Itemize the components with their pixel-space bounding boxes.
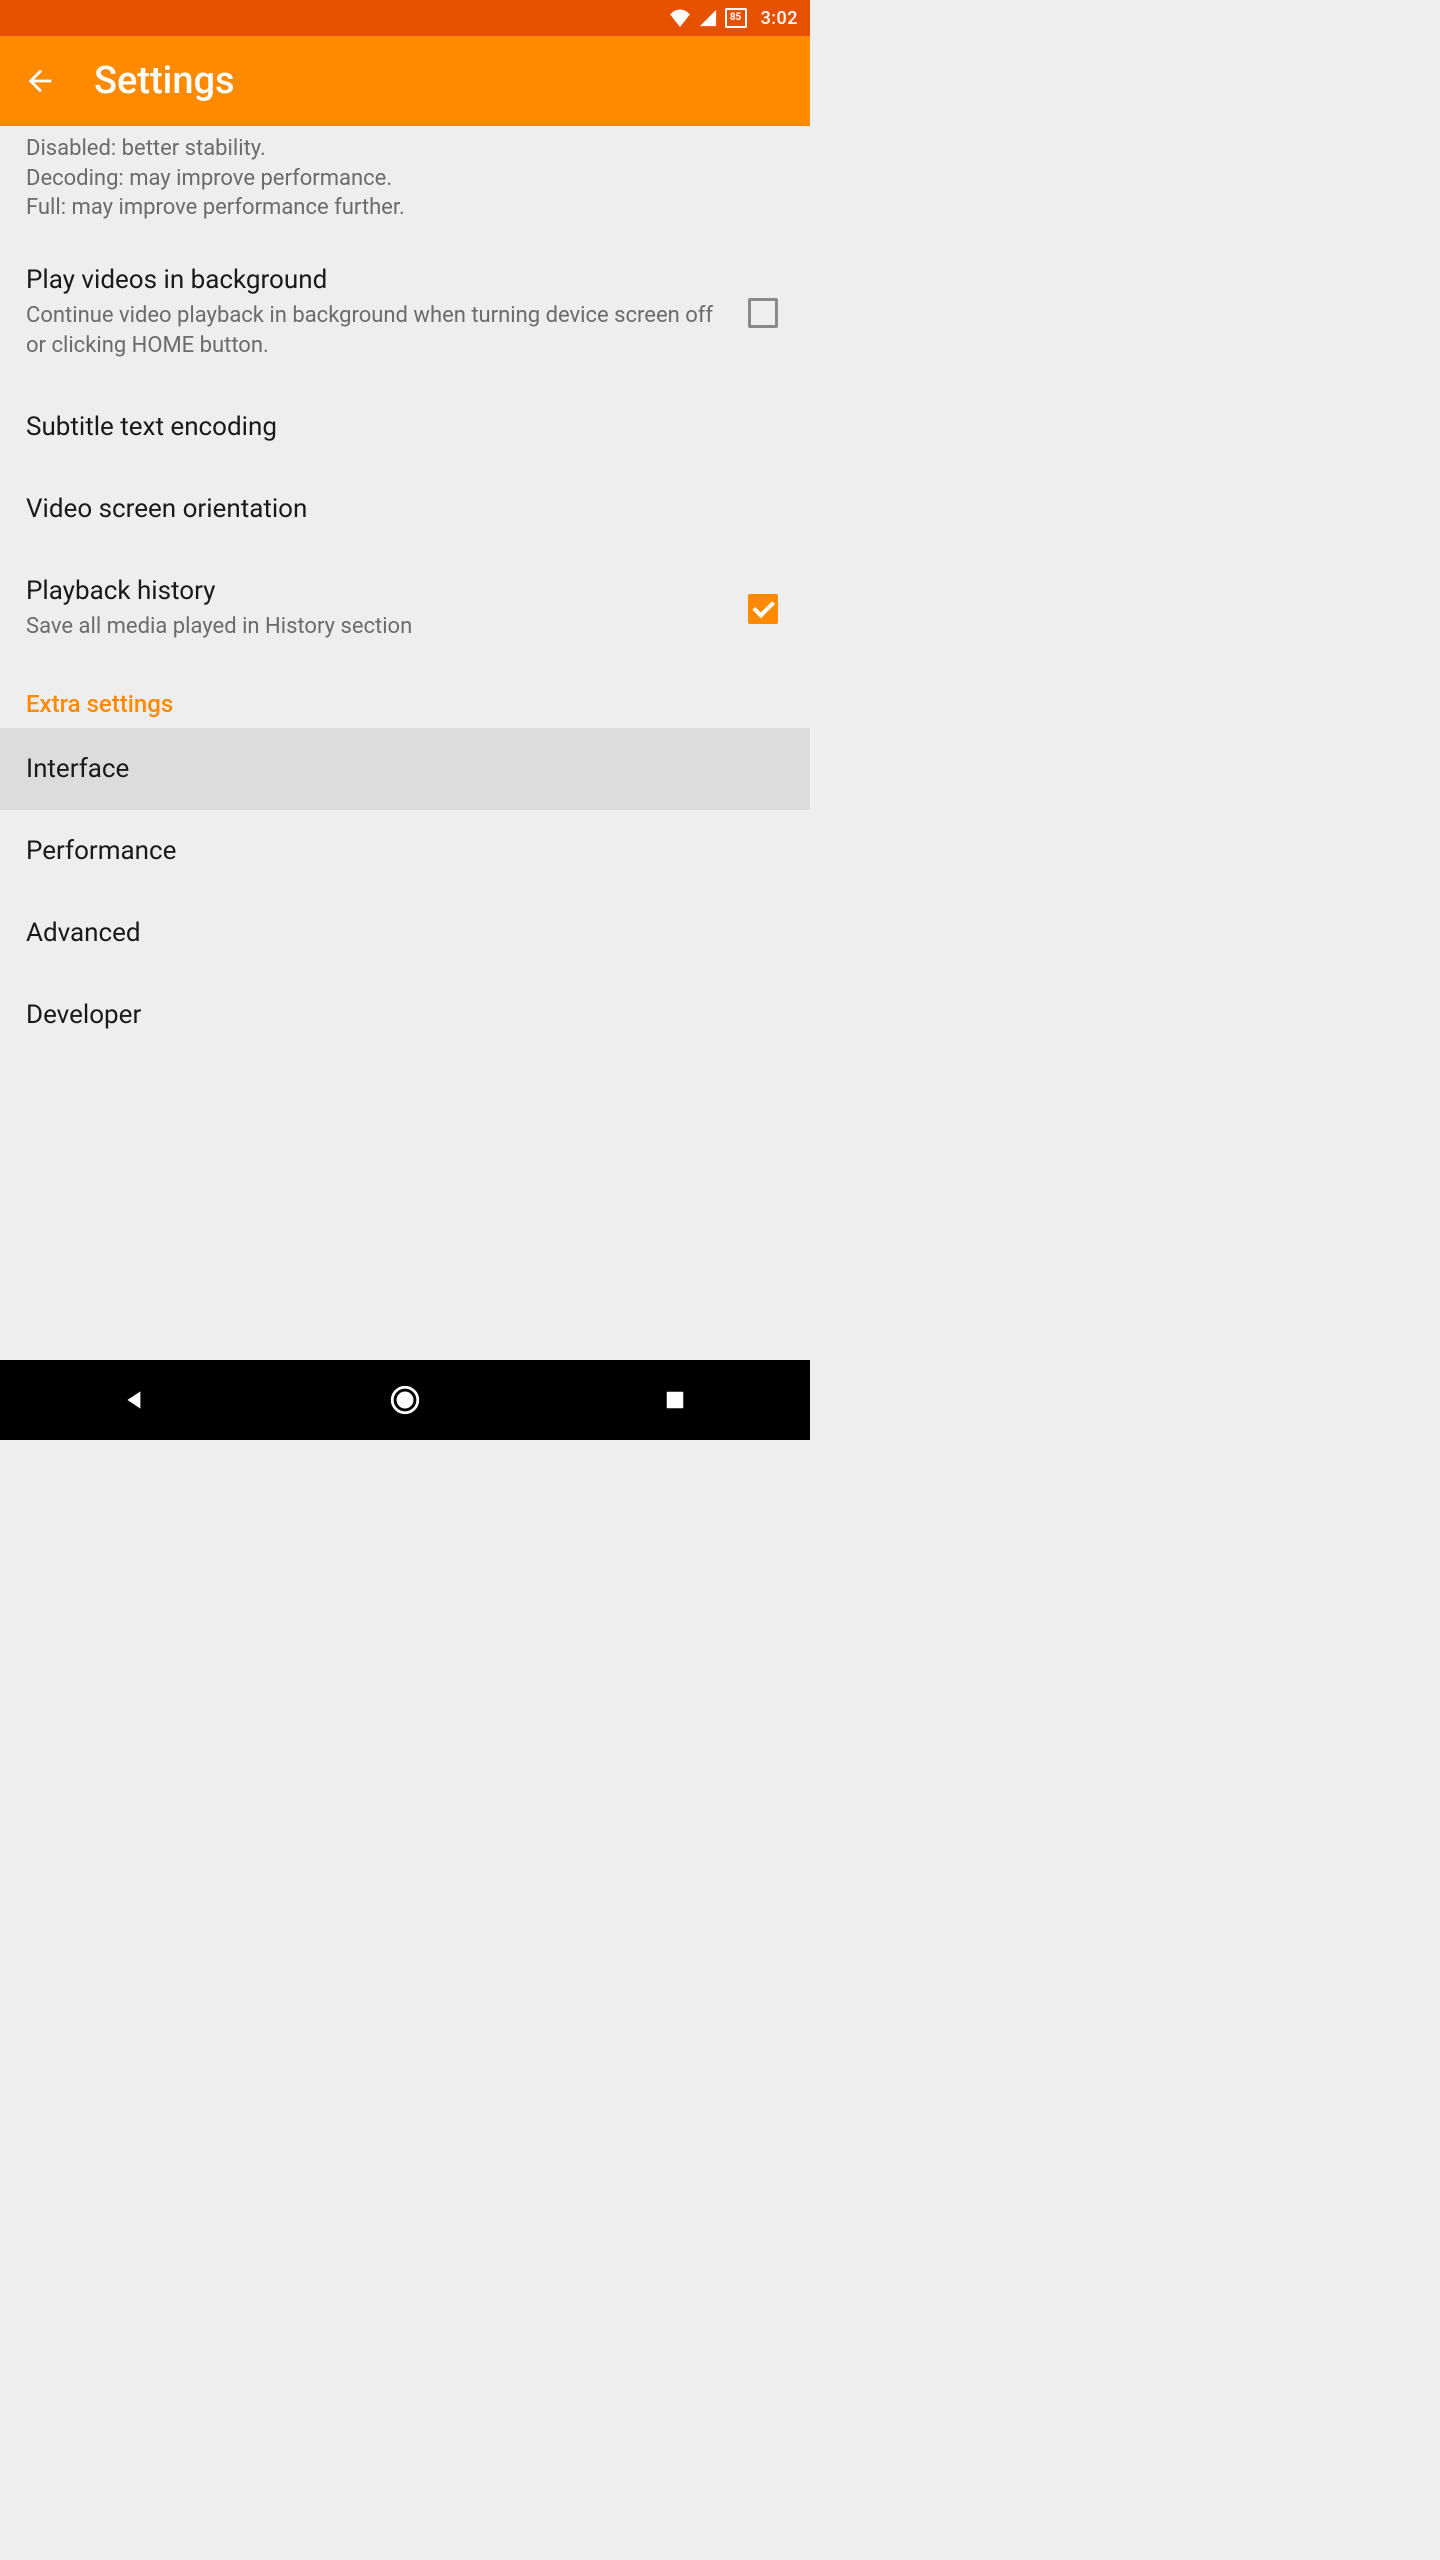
status-bar: 85 3:02 <box>0 0 810 36</box>
setting-title: Subtitle text encoding <box>26 412 784 442</box>
checkbox-play-background[interactable] <box>748 298 778 328</box>
extra-item-performance[interactable]: Performance <box>0 810 810 892</box>
arrow-left-icon <box>23 64 57 98</box>
setting-video-screen-orientation[interactable]: Video screen orientation <box>0 468 810 550</box>
status-time: 3:02 <box>761 8 798 29</box>
extra-item-advanced[interactable]: Advanced <box>0 892 810 974</box>
decoding-desc-line: Disabled: better stability. <box>26 134 784 164</box>
wifi-icon <box>669 9 691 27</box>
screen: 85 3:02 Settings Disabled: better stabil… <box>0 0 810 1440</box>
nav-recent-button[interactable] <box>655 1380 695 1420</box>
section-header-extra-settings: Extra settings <box>0 668 810 728</box>
setting-title: Playback history <box>26 576 728 606</box>
square-icon <box>664 1389 686 1411</box>
decoding-desc-line: Decoding: may improve performance. <box>26 164 784 194</box>
back-button[interactable] <box>18 59 62 103</box>
checkbox-playback-history[interactable] <box>748 594 778 624</box>
settings-list: Disabled: better stability. Decoding: ma… <box>0 126 810 1360</box>
setting-title: Video screen orientation <box>26 494 784 524</box>
setting-subtitle: Continue video playback in background wh… <box>26 301 728 360</box>
battery-icon: 85 <box>725 8 747 28</box>
app-bar: Settings <box>0 36 810 126</box>
nav-back-button[interactable] <box>115 1380 155 1420</box>
nav-home-button[interactable] <box>385 1380 425 1420</box>
cell-signal-icon <box>699 9 717 27</box>
setting-subtitle: Save all media played in History section <box>26 612 728 642</box>
battery-level-label: 85 <box>725 8 747 28</box>
setting-playback-history[interactable]: Playback history Save all media played i… <box>0 550 810 668</box>
setting-subtitle-text-encoding[interactable]: Subtitle text encoding <box>0 386 810 468</box>
decoding-description: Disabled: better stability. Decoding: ma… <box>0 126 810 239</box>
setting-title: Play videos in background <box>26 265 728 295</box>
decoding-desc-line: Full: may improve performance further. <box>26 193 784 223</box>
extra-item-interface[interactable]: Interface <box>0 728 810 810</box>
triangle-left-icon <box>122 1387 148 1413</box>
page-title: Settings <box>94 59 235 103</box>
navigation-bar <box>0 1360 810 1440</box>
setting-play-videos-background[interactable]: Play videos in background Continue video… <box>0 239 810 386</box>
extra-item-developer[interactable]: Developer <box>0 974 810 1056</box>
circle-icon <box>388 1383 422 1417</box>
